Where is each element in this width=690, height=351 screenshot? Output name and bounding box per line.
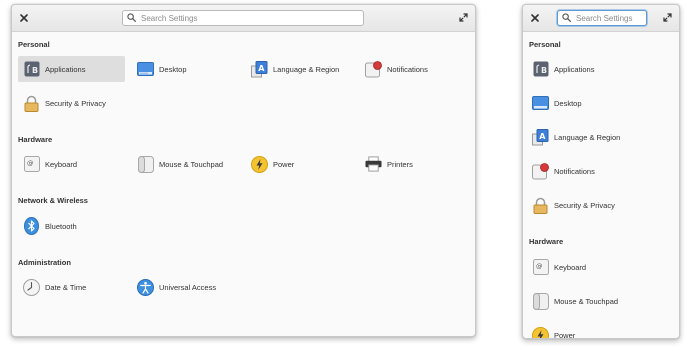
mouse-icon [532, 292, 549, 310]
power-icon [251, 155, 268, 173]
plug-security-privacy[interactable]: Security & Privacy [527, 192, 673, 218]
titlebar [523, 5, 679, 32]
search-field[interactable] [557, 10, 647, 26]
language-icon: A [251, 60, 268, 78]
plug-notifications[interactable]: Notifications [360, 56, 467, 82]
plug-applications[interactable]: B Applications [18, 56, 125, 82]
applications-icon: B [23, 61, 40, 78]
section-title-hardware: Hardware [18, 135, 53, 144]
clock-icon [23, 278, 40, 296]
plug-mouse-touchpad[interactable]: Mouse & Touchpad [132, 151, 239, 177]
keyboard-icon: @ [23, 156, 40, 173]
search-field[interactable] [122, 10, 364, 26]
power-icon [532, 326, 549, 338]
item-label: Language & Region [554, 132, 621, 142]
plug-applications[interactable]: B Applications [527, 56, 673, 82]
search-input[interactable] [576, 13, 642, 23]
svg-text:A: A [258, 64, 265, 73]
maximize-button[interactable] [455, 10, 471, 26]
search-icon [562, 9, 571, 27]
settings-window-narrow: Personal B Applications Desktop A Langua… [522, 4, 680, 339]
item-label: Keyboard [45, 159, 78, 169]
notifications-icon [532, 162, 549, 180]
plug-bluetooth[interactable]: Bluetooth [18, 213, 125, 239]
keyboard-icon: @ [532, 259, 549, 276]
plug-keyboard[interactable]: @ Keyboard [527, 254, 673, 280]
section-title-administration: Administration [18, 258, 71, 267]
lock-icon [23, 95, 40, 112]
settings-list: Personal B Applications Desktop A Langua… [523, 32, 679, 338]
svg-text:A: A [539, 132, 546, 141]
svg-text:@: @ [27, 159, 34, 167]
item-label: Keyboard [554, 262, 587, 272]
plug-desktop[interactable]: Desktop [132, 56, 239, 82]
plug-notifications[interactable]: Notifications [527, 158, 673, 184]
section-title-hardware: Hardware [529, 237, 564, 246]
notifications-icon [365, 60, 382, 78]
accessibility-icon [137, 278, 154, 296]
svg-text:@: @ [536, 262, 543, 270]
close-icon [20, 9, 28, 27]
plug-power[interactable]: Power [527, 322, 673, 339]
item-label: Security & Privacy [554, 200, 615, 210]
item-label: Security & Privacy [45, 98, 106, 108]
lock-icon [532, 197, 549, 214]
printer-icon [365, 156, 382, 173]
plug-printers[interactable]: Printers [360, 151, 467, 177]
maximize-icon [662, 9, 672, 27]
plug-power[interactable]: Power [246, 151, 353, 177]
item-label: Mouse & Touchpad [159, 159, 224, 169]
plug-security-privacy[interactable]: Security & Privacy [18, 90, 125, 116]
close-button[interactable] [16, 10, 32, 26]
plug-universal-access[interactable]: Universal Access [132, 274, 239, 300]
plug-keyboard[interactable]: @ Keyboard [18, 151, 125, 177]
settings-window-wide: Personal B Applications Desktop A Langua… [11, 4, 476, 337]
svg-text:B: B [541, 66, 547, 75]
desktop-icon [532, 95, 549, 112]
item-label: Notifications [554, 166, 595, 176]
close-button[interactable] [527, 10, 543, 26]
item-label: Printers [387, 159, 413, 169]
plug-language-region[interactable]: A Language & Region [527, 124, 673, 150]
maximize-icon [458, 9, 468, 27]
item-label: Language & Region [273, 64, 340, 74]
item-label: Date & Time [45, 282, 87, 292]
applications-icon: B [532, 61, 549, 78]
item-label: Power [554, 330, 576, 339]
language-icon: A [532, 128, 549, 146]
bluetooth-icon [23, 217, 40, 235]
mouse-icon [137, 155, 154, 173]
plug-date-time[interactable]: Date & Time [18, 274, 125, 300]
search-input[interactable] [141, 13, 359, 23]
item-label: Bluetooth [45, 221, 77, 231]
plug-mouse-touchpad[interactable]: Mouse & Touchpad [527, 288, 673, 314]
item-label: Notifications [387, 64, 428, 74]
item-label: Applications [554, 64, 595, 74]
section-title-personal: Personal [529, 40, 561, 49]
plug-language-region[interactable]: A Language & Region [246, 56, 353, 82]
close-icon [531, 9, 539, 27]
section-title-personal: Personal [18, 40, 50, 49]
item-label: Universal Access [159, 282, 217, 292]
svg-text:B: B [32, 66, 38, 75]
item-label: Power [273, 159, 295, 169]
titlebar [12, 5, 475, 32]
plug-desktop[interactable]: Desktop [527, 90, 673, 116]
item-label: Desktop [554, 98, 582, 108]
section-title-network: Network & Wireless [18, 196, 88, 205]
item-label: Desktop [159, 64, 187, 74]
item-label: Mouse & Touchpad [554, 296, 619, 306]
settings-grid: Personal B Applications Desktop A Langua… [12, 32, 475, 336]
desktop-icon [137, 61, 154, 78]
search-icon [127, 9, 136, 27]
item-label: Applications [45, 64, 86, 74]
maximize-button[interactable] [659, 10, 675, 26]
